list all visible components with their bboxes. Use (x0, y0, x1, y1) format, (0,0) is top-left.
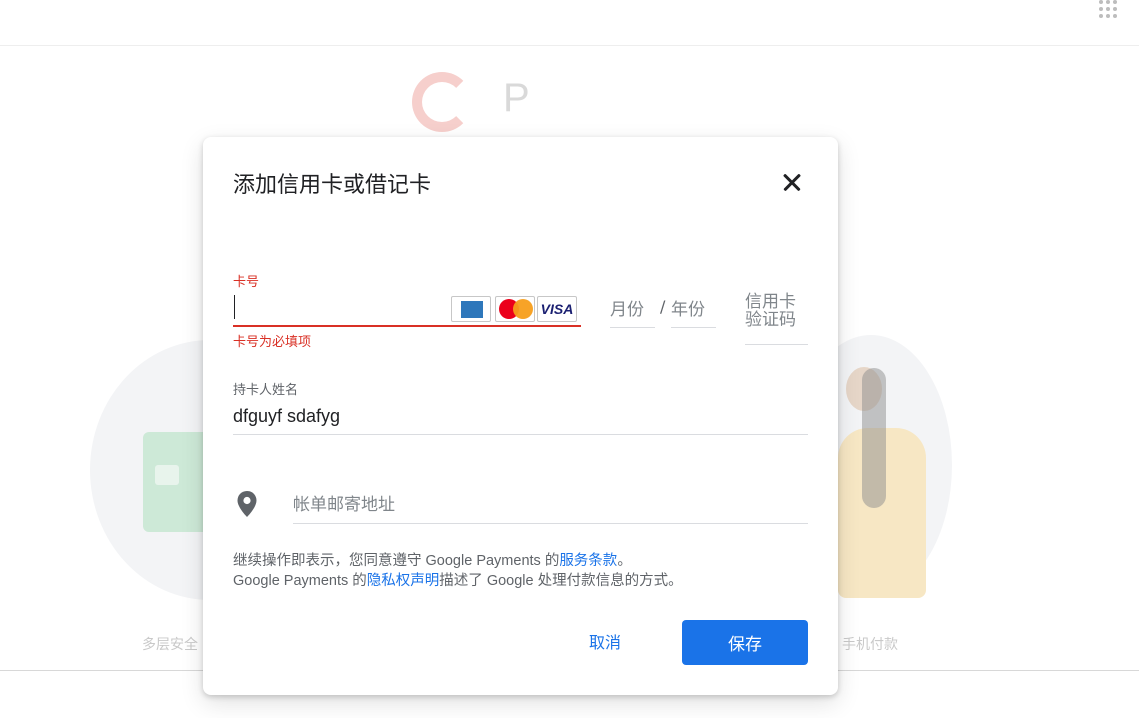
top-bar (0, 0, 1139, 46)
location-pin-icon (237, 491, 257, 517)
expiry-year-input[interactable] (671, 292, 716, 328)
expiry-month-input[interactable] (610, 292, 655, 328)
text-cursor (234, 295, 235, 319)
apps-grid-icon[interactable] (1099, 0, 1119, 18)
privacy-policy-link[interactable]: 隐私权声明 (367, 573, 440, 589)
amex-logo-icon (451, 296, 491, 322)
cardholder-name-label: 持卡人姓名 (233, 383, 299, 398)
dialog-title: 添加信用卡或借记卡 (233, 173, 432, 198)
add-card-dialog: 添加信用卡或借记卡 卡号 VISA 卡号为必填项 / 信用卡验证码 持卡人姓名 … (203, 137, 838, 695)
save-button[interactable]: 保存 (682, 620, 808, 665)
cvc-input[interactable]: 信用卡验证码 (745, 293, 808, 345)
background-person-hair (862, 368, 886, 508)
card-number-label: 卡号 (233, 275, 260, 290)
background-card-chip (155, 465, 179, 485)
background-caption-right: 手机付款 (842, 637, 898, 653)
cardholder-name-input[interactable] (233, 399, 808, 435)
card-number-error: 卡号为必填项 (233, 335, 312, 350)
expiry-separator: / (660, 297, 666, 316)
google-pay-logo-p: P (503, 76, 530, 120)
terms-text: 继续操作即表示，您同意遵守 Google Payments 的服务条款。 Goo… (233, 553, 683, 589)
google-pay-logo-g (412, 72, 472, 132)
terms-of-service-link[interactable]: 服务条款 (559, 553, 617, 569)
visa-logo-icon: VISA (537, 296, 577, 322)
close-icon[interactable] (778, 169, 806, 197)
cancel-button[interactable]: 取消 (573, 621, 637, 661)
billing-address-input[interactable] (293, 486, 808, 524)
mastercard-logo-icon (495, 296, 535, 322)
background-caption-left: 多层安全 (142, 637, 198, 653)
